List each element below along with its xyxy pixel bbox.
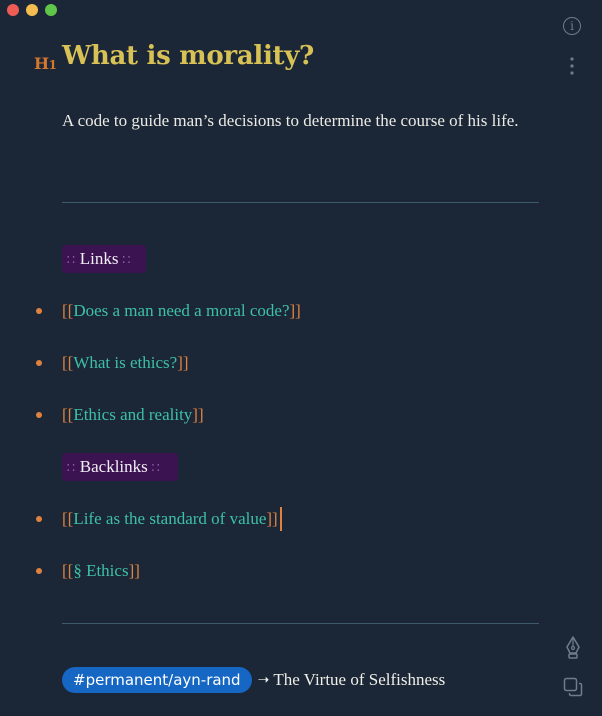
close-window-button[interactable] — [7, 4, 19, 16]
info-icon[interactable]: i — [563, 17, 581, 35]
tag-colons-left: :: — [66, 251, 77, 267]
bullet-icon — [36, 412, 42, 418]
tag-colons-left: :: — [66, 459, 77, 475]
tag-colons-right: :: — [121, 251, 133, 267]
wikilink-close-bracket: ]] — [177, 353, 189, 372]
bullet-icon — [36, 568, 42, 574]
fountain-pen-icon[interactable] — [563, 636, 583, 660]
wikilink-life-as-the-standard-of-value[interactable]: Life as the standard of value — [73, 509, 266, 529]
copy-icon[interactable] — [562, 676, 584, 698]
list-item: [[Ethics and reality]] — [36, 403, 204, 427]
links-section-tag: :: Links :: — [62, 245, 146, 273]
divider-top — [62, 202, 539, 203]
divider-bottom — [62, 623, 539, 624]
list-item: [[Life as the standard of value]] — [36, 507, 282, 531]
wikilink-ethics-and-reality[interactable]: Ethics and reality — [73, 405, 192, 425]
wikilink-close-bracket: ]] — [289, 301, 301, 320]
wikilink-does-a-man-need-a-moral-code[interactable]: Does a man need a moral code? — [73, 301, 289, 321]
vertical-ellipsis-icon[interactable] — [565, 56, 579, 76]
zoom-window-button[interactable] — [45, 4, 57, 16]
tag-colons-right: :: — [150, 459, 162, 475]
bullet-icon — [36, 516, 42, 522]
links-section-label: Links — [79, 249, 119, 268]
wikilink-close-bracket: ]] — [128, 561, 140, 580]
note-footer: #permanent/ayn-rand ➝ The Virtue of Self… — [62, 667, 445, 693]
wikilink-open-bracket: [[ — [62, 509, 74, 528]
list-item: [[§ Ethics]] — [36, 559, 140, 583]
wikilink-section-ethics[interactable]: § Ethics — [73, 561, 128, 581]
heading-marker-level: 1 — [48, 58, 57, 72]
heading-level-marker: H1 — [34, 54, 57, 73]
bullet-icon — [36, 308, 42, 314]
wikilink-open-bracket: [[ — [62, 353, 74, 372]
page-title[interactable]: What is morality? — [62, 41, 314, 71]
wikilink-close-bracket: ]] — [192, 405, 204, 424]
list-item: [[What is ethics?]] — [36, 351, 189, 375]
list-item: [[Does a man need a moral code?]] — [36, 299, 301, 323]
source-title: The Virtue of Selfishness — [273, 670, 446, 689]
note-window: i H1 What is morality? A code to guide m… — [0, 0, 602, 716]
backlinks-section-label: Backlinks — [79, 457, 148, 476]
wikilink-open-bracket: [[ — [62, 301, 74, 320]
wikilink-what-is-ethics[interactable]: What is ethics? — [73, 353, 177, 373]
wikilink-close-bracket: ]] — [266, 509, 278, 528]
note-summary[interactable]: A code to guide man’s decisions to deter… — [62, 106, 542, 135]
minimize-window-button[interactable] — [26, 4, 38, 16]
heading-marker-letter: H — [34, 54, 49, 73]
hashtag-pill[interactable]: #permanent/ayn-rand — [62, 667, 252, 693]
wikilink-open-bracket: [[ — [62, 405, 74, 424]
arrow-icon: ➝ — [257, 672, 270, 688]
backlinks-section-tag: :: Backlinks :: — [62, 453, 178, 481]
bullet-icon — [36, 360, 42, 366]
text-cursor — [279, 507, 282, 531]
window-controls — [7, 4, 57, 16]
wikilink-open-bracket: [[ — [62, 561, 74, 580]
